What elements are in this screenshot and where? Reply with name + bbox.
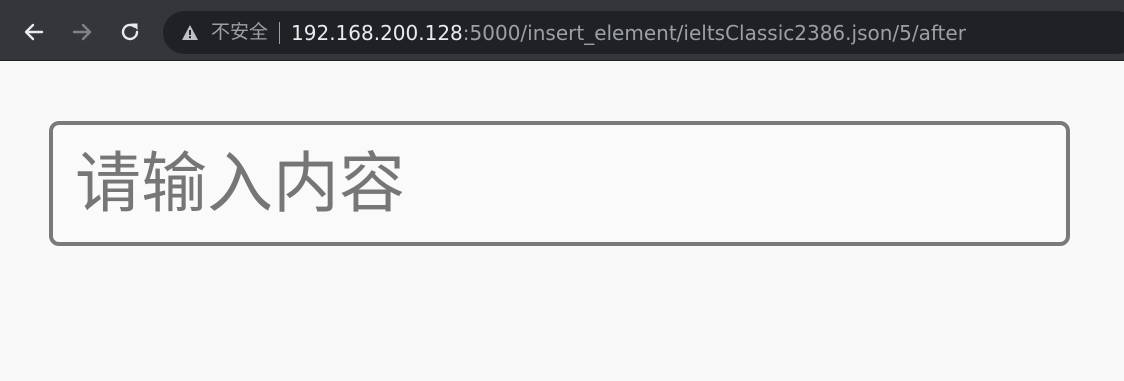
browser-toolbar: 不安全 192.168.200.128:5000/insert_element/… [0,0,1124,61]
address-separator [279,21,281,44]
reload-icon [119,21,141,43]
url-path: :5000/insert_element/ieltsClassic2386.js… [462,20,966,45]
page-content [0,61,1124,381]
url-host: 192.168.200.128 [291,20,463,45]
back-button[interactable] [19,17,49,47]
forward-button[interactable] [67,17,97,47]
arrow-right-icon [71,21,93,43]
address-bar[interactable]: 不安全 192.168.200.128:5000/insert_element/… [163,11,1124,54]
warning-triangle-icon[interactable] [181,24,199,42]
content-input[interactable] [49,121,1070,246]
url-text[interactable]: 192.168.200.128:5000/insert_element/ielt… [291,23,966,43]
arrow-left-icon [23,21,45,43]
security-status-label[interactable]: 不安全 [211,23,268,42]
reload-button[interactable] [115,17,145,47]
